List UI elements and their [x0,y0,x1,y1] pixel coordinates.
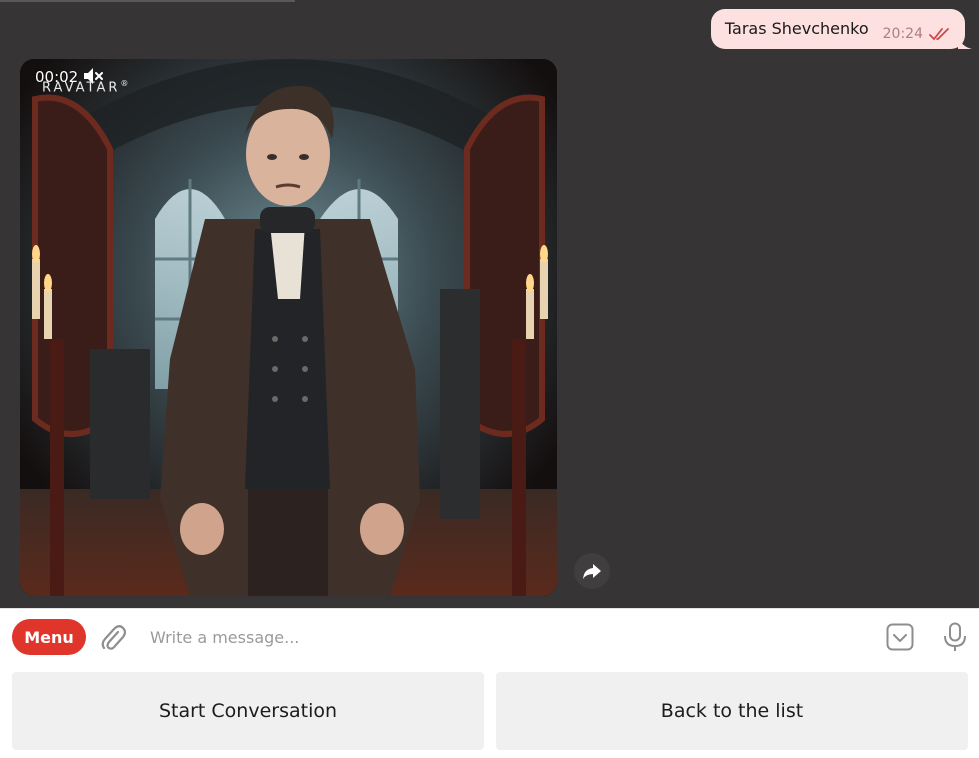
menu-button[interactable]: Menu [12,619,86,655]
share-button[interactable] [574,553,610,589]
start-conversation-button[interactable]: Start Conversation [12,672,484,750]
ravatar-watermark: RAVATAR® [42,79,129,96]
double-check-icon [929,28,949,41]
top-divider [0,0,295,2]
video-frame-image [20,59,557,596]
message-composer: Menu [0,608,979,664]
video-message[interactable]: 00:02 RAVATAR® [20,59,557,596]
bot-reply-keyboard: Start Conversation Back to the list [0,664,979,758]
bubble-tail [958,35,972,49]
back-to-list-button[interactable]: Back to the list [496,672,968,750]
share-arrow-icon [583,564,601,579]
message-time: 20:24 [882,26,923,42]
microphone-icon[interactable] [943,622,967,652]
message-text: Taras Shevchenko [724,18,869,38]
bot-keyboard-icon[interactable] [886,623,914,651]
message-input[interactable] [150,621,850,653]
paperclip-icon[interactable] [100,624,126,652]
outgoing-message-bubble[interactable]: Taras Shevchenko 20:24 [710,9,972,49]
